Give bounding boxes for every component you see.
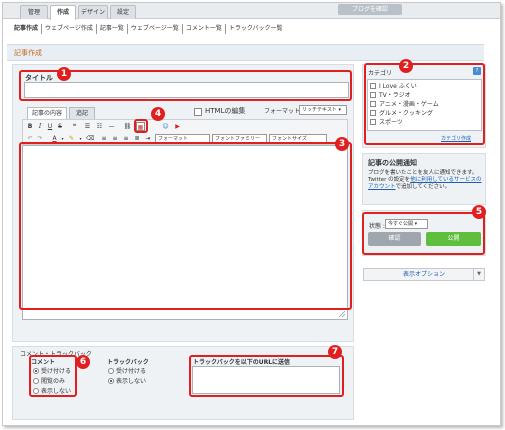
italic-button[interactable]: I	[36, 122, 44, 131]
format-value: リッチテキスト	[302, 107, 337, 113]
chevron-down-icon: ▼	[473, 269, 484, 280]
callout-5: 5	[472, 205, 486, 219]
html-edit-checkbox[interactable]	[194, 108, 202, 116]
highlight-box-publish	[362, 212, 485, 255]
tab-design[interactable]: デザイン	[78, 5, 108, 19]
view-blog-button[interactable]: ブログを確認	[338, 4, 402, 15]
subnav-post-list[interactable]: 記事一覧	[95, 24, 127, 34]
callout-6: 6	[76, 355, 90, 369]
notify-title: 記事の公開通知	[368, 159, 417, 167]
tab-additional[interactable]: 追記	[69, 107, 95, 119]
highlight-box-trackback-url	[189, 355, 344, 397]
subnav-create-page[interactable]: ウェブページ作成	[41, 24, 96, 34]
link-icon[interactable]: ⛓	[123, 122, 132, 131]
trackback-option-label: 表示しない	[116, 378, 147, 385]
emoji-icon[interactable]: ☺	[161, 122, 170, 131]
radio-selected[interactable]	[108, 378, 114, 384]
horizontal-rule-icon[interactable]: —	[107, 122, 116, 131]
tab-settings[interactable]: 設定	[110, 5, 136, 19]
video-icon[interactable]: ▶	[173, 122, 182, 131]
highlight-box-comment	[29, 355, 77, 397]
trackback-option-label: 受け付ける	[116, 368, 147, 375]
tab-post-body[interactable]: 記事の内容	[27, 107, 67, 119]
format-select[interactable]: リッチテキスト ▾	[299, 105, 347, 115]
strike-button[interactable]: S	[56, 122, 64, 131]
callout-7: 7	[328, 345, 342, 359]
highlight-box-image	[134, 119, 148, 133]
callout-1: 1	[57, 67, 71, 81]
subnav-trackback-list[interactable]: トラックバック一覧	[224, 24, 286, 34]
trackback-option[interactable]: 受け付ける	[108, 366, 146, 375]
display-options-label: 表示オプション	[402, 271, 445, 278]
callout-4: 4	[151, 107, 165, 121]
highlight-box-category	[364, 63, 485, 145]
sub-navigation: 記事作成 ウェブページ作成 記事一覧 ウェブページ一覧 コメント一覧 トラックバック一覧	[14, 24, 286, 34]
display-options-button[interactable]: 表示オプション ▼	[363, 268, 485, 281]
format-label: フォーマット :	[264, 108, 304, 115]
subnav-page-list[interactable]: ウェブページ一覧	[126, 24, 182, 34]
bullet-list-icon[interactable]: ☰	[83, 122, 92, 131]
quote-icon[interactable]: ❝	[70, 122, 79, 131]
trackback-option[interactable]: 表示しない	[108, 376, 146, 385]
numbered-list-icon[interactable]: ☷	[95, 122, 104, 131]
subnav-comment-list[interactable]: コメント一覧	[181, 24, 225, 34]
radio[interactable]	[108, 368, 114, 374]
underline-button[interactable]: U	[46, 122, 54, 131]
callout-2: 2	[399, 59, 413, 73]
highlight-box-editor	[19, 142, 352, 310]
page-title: 記事作成	[7, 44, 484, 61]
trackback-group-title: トラックバック	[107, 359, 149, 366]
resize-handle-icon[interactable]	[338, 310, 346, 318]
callout-3: 3	[335, 137, 349, 151]
bold-button[interactable]: B	[26, 122, 34, 131]
notify-text-after: で追加してください。	[395, 184, 451, 190]
tab-create[interactable]: 作成	[50, 5, 76, 20]
tab-manage[interactable]: 管理	[20, 5, 48, 19]
notify-text: ブログを書いたことを友人に通知できます。Twitter の設定を他に利用している…	[368, 170, 482, 191]
subnav-create-post[interactable]: 記事作成	[14, 24, 41, 34]
html-edit-label: HTMLの編集	[205, 107, 246, 115]
